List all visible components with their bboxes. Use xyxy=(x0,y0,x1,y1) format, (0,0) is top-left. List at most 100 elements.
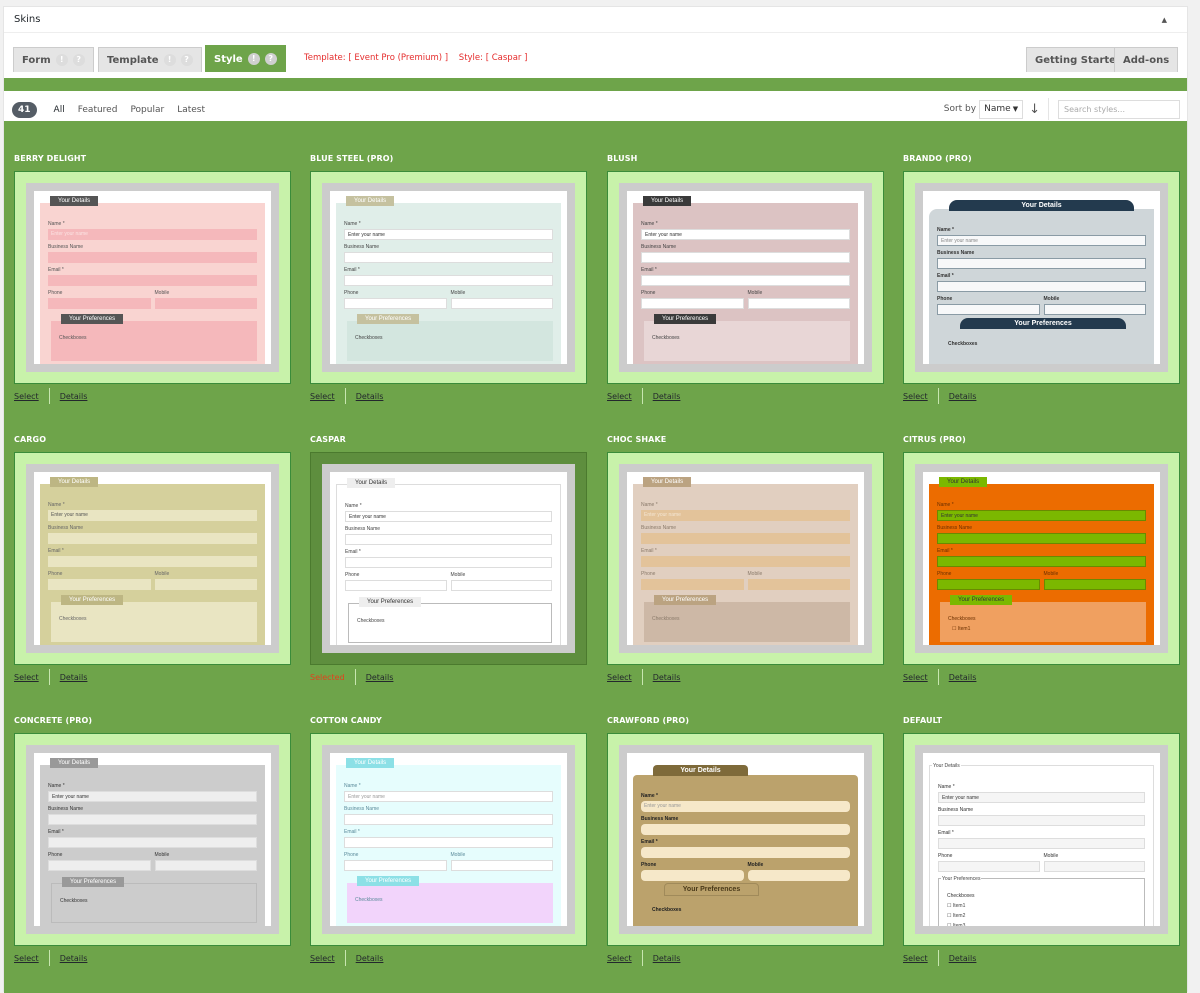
preview-label: Mobile xyxy=(747,290,763,296)
preview-label: Phone xyxy=(48,290,63,296)
skin-thumbnail[interactable]: Your Details Name * Enter your name Busi… xyxy=(607,733,884,946)
skin-thumbnail[interactable]: Your Details Name * Enter your name Busi… xyxy=(310,733,587,946)
help-icon[interactable]: ? xyxy=(264,53,277,65)
details-link[interactable]: Details xyxy=(949,673,977,682)
preview-label: Mobile xyxy=(1043,571,1059,577)
preview-label: Email * xyxy=(641,548,657,554)
tabs-row: Form ! ? Template ! ? Style ! ? Template… xyxy=(4,33,1187,78)
details-link[interactable]: Details xyxy=(60,392,88,401)
skin-thumbnail[interactable]: Your Details Name * Enter your name Busi… xyxy=(607,452,884,665)
preview-legend: Your Details xyxy=(346,758,395,768)
info-icon[interactable]: ! xyxy=(55,54,68,66)
skin-thumbnail[interactable]: Your Details Name * Enter your name Busi… xyxy=(903,171,1180,384)
form-preview: Your Details Name * Enter your name Busi… xyxy=(34,472,271,645)
skin-name: BRANDO (PRO) xyxy=(903,154,972,163)
preview-label: Checkboxes xyxy=(355,897,383,903)
preview-input xyxy=(450,298,553,309)
details-link[interactable]: Details xyxy=(356,954,384,963)
divider xyxy=(937,388,939,404)
filter-popular[interactable]: Popular xyxy=(130,105,164,115)
preview-label: Mobile xyxy=(1043,853,1059,859)
tab-add-ons[interactable]: Add-ons xyxy=(1114,47,1179,72)
tab-label: Style xyxy=(214,53,243,65)
details-link[interactable]: Details xyxy=(653,954,681,963)
preview-legend: Your Details xyxy=(643,196,692,206)
preview-input xyxy=(937,304,1040,315)
tab-template[interactable]: Template ! ? xyxy=(98,47,202,72)
details-link[interactable]: Details xyxy=(60,673,88,682)
filter-featured[interactable]: Featured xyxy=(78,105,118,115)
sort-select[interactable]: Name ▼ xyxy=(979,99,1024,119)
preview-legend: Your Details xyxy=(50,196,99,206)
tab-underline-bar xyxy=(4,78,1187,91)
preview-input xyxy=(48,556,257,567)
details-link[interactable]: Details xyxy=(653,673,681,682)
skin-thumbnail[interactable]: Your Details Name * Enter your name Busi… xyxy=(903,733,1180,946)
skin-thumbnail[interactable]: Your Details Name * Enter your name Busi… xyxy=(14,171,291,384)
preview-input xyxy=(641,275,850,286)
details-link[interactable]: Details xyxy=(949,954,977,963)
preview-label: Business Name xyxy=(937,250,975,256)
skin-thumbnail[interactable]: Your Details Name * Enter your name Busi… xyxy=(14,452,291,665)
sort-direction-arrow-icon[interactable]: ↓ xyxy=(1029,102,1040,117)
skin-thumbnail[interactable]: Your Details Name * Enter your name Busi… xyxy=(310,171,587,384)
select-link[interactable]: Select xyxy=(14,673,39,682)
select-link[interactable]: Select xyxy=(903,392,928,401)
preview-col: Mobile xyxy=(154,286,257,309)
preview-input xyxy=(937,579,1040,590)
select-link[interactable]: Select xyxy=(607,954,632,963)
preview-input xyxy=(154,579,257,590)
select-link[interactable]: Select xyxy=(607,673,632,682)
skin-card: CHOC SHAKE Your Details Name * Enter you… xyxy=(607,435,885,685)
preview-col: Phone xyxy=(937,567,1040,590)
collapse-toggle-icon[interactable]: ▲ xyxy=(1162,16,1167,24)
preview-input xyxy=(937,281,1146,292)
preview-label: Email * xyxy=(48,548,64,554)
select-link[interactable]: Select xyxy=(14,392,39,401)
preview-legend: Your Preferences xyxy=(941,876,982,882)
select-link[interactable]: Select xyxy=(310,954,335,963)
preview-label: Email * xyxy=(344,829,360,835)
select-link[interactable]: Select xyxy=(14,954,39,963)
filter-all[interactable]: All xyxy=(53,105,65,131)
preview-col: Phone xyxy=(641,858,744,881)
preview-col: Phone xyxy=(938,849,1040,872)
details-link[interactable]: Details xyxy=(60,954,88,963)
tab-form[interactable]: Form ! ? xyxy=(13,47,94,72)
form-preview: Your Details Name * Enter your name Busi… xyxy=(330,191,567,364)
help-icon[interactable]: ? xyxy=(180,54,193,66)
skin-thumbnail[interactable]: Your Details Name * Enter your name Busi… xyxy=(607,171,884,384)
preview-fieldset: Your Details Name * Enter your name Busi… xyxy=(929,763,1154,926)
details-link[interactable]: Details xyxy=(356,392,384,401)
preview-col: Phone xyxy=(641,567,744,590)
skin-card: BLUSH Your Details Name * Enter your nam… xyxy=(607,154,885,404)
tab-style[interactable]: Style ! ? xyxy=(205,45,286,72)
details-link[interactable]: Details xyxy=(653,392,681,401)
info-icon[interactable]: ! xyxy=(247,53,260,65)
form-preview: Your Details Name * Enter your name Busi… xyxy=(923,753,1160,926)
preview-legend: Your Details xyxy=(932,763,961,769)
select-link[interactable]: Select xyxy=(903,673,928,682)
tab-label: Template xyxy=(107,54,159,66)
info-icon[interactable]: ! xyxy=(163,54,176,66)
preview-fieldset: Your Details Name * Enter your name Busi… xyxy=(633,477,858,645)
select-link[interactable]: Select xyxy=(903,954,928,963)
preview-fieldset: Your Preferences Checkboxes xyxy=(51,595,257,642)
details-link[interactable]: Details xyxy=(366,673,394,682)
preview-label: Checkboxes xyxy=(59,335,87,341)
preview-label: Mobile xyxy=(154,571,170,577)
divider xyxy=(641,669,643,685)
skin-thumbnail[interactable]: Your Details Name * Enter your name Busi… xyxy=(310,452,587,665)
preview-label: Mobile xyxy=(450,572,466,578)
filter-latest[interactable]: Latest xyxy=(177,105,205,115)
search-styles-input[interactable] xyxy=(1058,99,1180,119)
preview-label: Mobile xyxy=(450,290,466,296)
select-link[interactable]: Select xyxy=(310,392,335,401)
details-link[interactable]: Details xyxy=(949,392,977,401)
preview-fieldset: Your Details Name * Enter your name Busi… xyxy=(40,758,265,926)
help-icon[interactable]: ? xyxy=(72,54,85,66)
thumbnail-frame: Your Details Name * Enter your name Busi… xyxy=(26,183,279,372)
select-link[interactable]: Select xyxy=(607,392,632,401)
skin-thumbnail[interactable]: Your Details Name * Enter your name Busi… xyxy=(903,452,1180,665)
skin-thumbnail[interactable]: Your Details Name * Enter your name Busi… xyxy=(14,733,291,946)
